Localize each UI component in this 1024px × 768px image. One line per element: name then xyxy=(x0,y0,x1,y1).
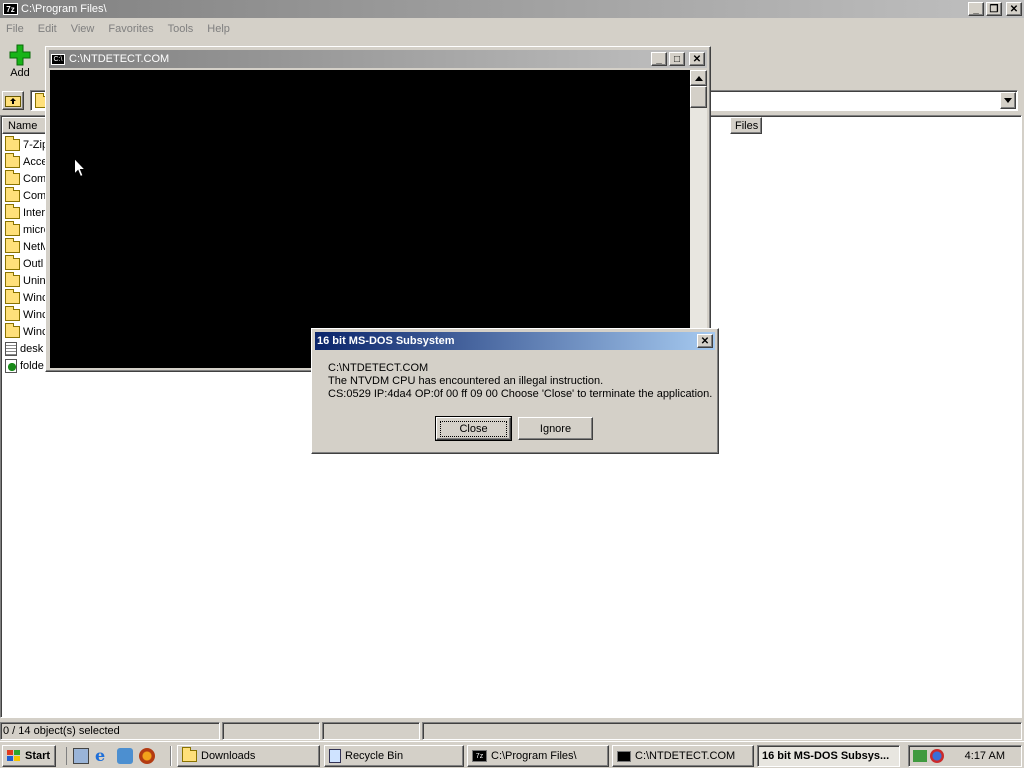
settings-file-icon xyxy=(5,341,17,356)
list-item[interactable]: 7-Zip xyxy=(5,135,48,153)
dialog-titlebar[interactable]: 16 bit MS-DOS Subsystem ✕ xyxy=(315,332,715,350)
console-icon xyxy=(617,750,631,762)
scroll-thumb[interactable] xyxy=(690,86,707,108)
restore-button[interactable]: ❐ xyxy=(986,2,1002,16)
list-item[interactable]: Coml xyxy=(5,186,49,204)
explorer-menu-bar: File Edit View Favorites Tools Help xyxy=(6,21,244,37)
network-icon[interactable] xyxy=(913,750,927,762)
explorer-title: C:\Program Files\ xyxy=(21,3,107,15)
maximize-button[interactable]: □ xyxy=(669,52,685,66)
dialog-close-button[interactable]: ✕ xyxy=(697,334,713,348)
list-item[interactable]: Inter xyxy=(5,203,45,221)
add-label: Add xyxy=(10,67,30,79)
clock[interactable]: 4:17 AM xyxy=(965,750,1005,762)
outlook-express-icon[interactable] xyxy=(117,748,133,764)
menu-tools[interactable]: Tools xyxy=(168,23,194,35)
menu-edit[interactable]: Edit xyxy=(38,23,57,35)
menu-file[interactable]: File xyxy=(6,23,24,35)
quick-launch: e xyxy=(66,747,155,765)
explorer-titlebar[interactable]: 7z C:\Program Files\ _ ❐ ✕ xyxy=(0,0,1024,18)
menu-help[interactable]: Help xyxy=(207,23,230,35)
dialog-close-action-button[interactable]: Close xyxy=(435,416,512,441)
add-button[interactable]: Add xyxy=(4,44,36,84)
console-title: C:\NTDETECT.COM xyxy=(69,53,170,65)
minimize-button[interactable]: _ xyxy=(651,52,667,66)
dialog-message-line2: The NTVDM CPU has encountered an illegal… xyxy=(328,375,604,387)
taskbar: Start e Downloads Recycle Bin 7z C:\Prog… xyxy=(0,741,1024,768)
folder-icon xyxy=(5,169,20,185)
start-button[interactable]: Start xyxy=(2,745,56,767)
folder-icon xyxy=(5,288,20,304)
system-tray: 4:17 AM xyxy=(908,745,1022,767)
folder-icon xyxy=(5,237,20,253)
chevron-up-icon xyxy=(694,75,703,81)
7zip-icon: 7z xyxy=(3,3,18,15)
address-dropdown-button[interactable] xyxy=(1000,92,1016,109)
close-button[interactable]: ✕ xyxy=(689,52,705,66)
folder-icon xyxy=(5,322,20,338)
folder-up-icon xyxy=(5,96,21,107)
dialog-title: 16 bit MS-DOS Subsystem xyxy=(317,335,455,347)
dialog-message: C:\NTDETECT.COM The NTVDM CPU has encoun… xyxy=(328,362,712,401)
list-item[interactable]: Com xyxy=(5,169,46,187)
list-item[interactable]: folde xyxy=(5,357,44,374)
status-panel-3 xyxy=(322,722,420,740)
status-bar: 0 / 14 object(s) selected xyxy=(0,721,1024,740)
taskbar-item-msdos-subsystem[interactable]: 16 bit MS-DOS Subsys... xyxy=(757,745,900,767)
folder-icon xyxy=(5,186,20,202)
minimize-button[interactable]: _ xyxy=(968,2,984,16)
scroll-up-button[interactable] xyxy=(690,70,707,86)
console-screen[interactable] xyxy=(50,70,690,368)
show-desktop-icon[interactable] xyxy=(73,748,89,764)
list-item[interactable]: desk xyxy=(5,340,43,357)
folder-icon xyxy=(5,220,20,236)
internet-explorer-icon[interactable]: e xyxy=(95,748,111,764)
console-window[interactable]: C:\ C:\NTDETECT.COM _ □ ✕ xyxy=(45,46,711,372)
status-panel-4 xyxy=(422,722,1022,740)
folder-icon xyxy=(5,271,20,287)
list-item[interactable]: Winc xyxy=(5,288,47,306)
dialog-message-line1: C:\NTDETECT.COM xyxy=(328,362,429,374)
status-panel-selection: 0 / 14 object(s) selected xyxy=(0,722,220,740)
taskbar-item-recycle-bin[interactable]: Recycle Bin xyxy=(324,745,464,767)
folder-icon xyxy=(5,135,20,151)
up-folder-button[interactable] xyxy=(2,91,24,110)
recycle-bin-icon xyxy=(329,749,341,763)
list-item[interactable]: micro xyxy=(5,220,50,238)
html-file-icon xyxy=(5,358,17,373)
taskbar-item-downloads[interactable]: Downloads xyxy=(177,745,320,767)
taskbar-item-ntdetect[interactable]: C:\NTDETECT.COM xyxy=(612,745,754,767)
console-titlebar[interactable]: C:\ C:\NTDETECT.COM _ □ ✕ xyxy=(49,50,707,68)
taskbar-item-program-files[interactable]: 7z C:\Program Files\ xyxy=(467,745,609,767)
security-shield-icon[interactable] xyxy=(930,749,944,763)
list-item[interactable]: Winc xyxy=(5,322,47,340)
mouse-cursor-icon xyxy=(74,158,86,178)
plus-icon xyxy=(9,44,31,66)
dialog-ignore-button[interactable]: Ignore xyxy=(518,417,593,440)
7zip-icon: 7z xyxy=(472,750,487,762)
list-item[interactable]: NetM xyxy=(5,237,49,255)
folder-icon xyxy=(5,152,20,168)
folder-icon xyxy=(5,305,20,321)
menu-view[interactable]: View xyxy=(71,23,95,35)
chevron-down-icon xyxy=(1004,98,1012,103)
close-button[interactable]: ✕ xyxy=(1006,2,1022,16)
folder-icon xyxy=(182,747,197,762)
folder-icon xyxy=(5,203,20,219)
console-scrollbar[interactable] xyxy=(690,70,707,368)
error-dialog[interactable]: 16 bit MS-DOS Subsystem ✕ C:\NTDETECT.CO… xyxy=(311,328,719,454)
dialog-message-line3: CS:0529 IP:4da4 OP:0f 00 ff 09 00 Choose… xyxy=(328,388,713,400)
list-item[interactable]: Outl xyxy=(5,254,43,272)
folder-icon xyxy=(5,254,20,270)
column-header-files[interactable]: Files xyxy=(730,117,762,134)
windows-logo-icon xyxy=(7,750,20,761)
menu-favorites[interactable]: Favorites xyxy=(108,23,153,35)
status-panel-2 xyxy=(222,722,320,740)
console-icon: C:\ xyxy=(51,53,65,65)
media-player-icon[interactable] xyxy=(139,748,155,764)
list-item[interactable]: Winc xyxy=(5,305,47,323)
list-item[interactable]: Acce xyxy=(5,152,47,170)
